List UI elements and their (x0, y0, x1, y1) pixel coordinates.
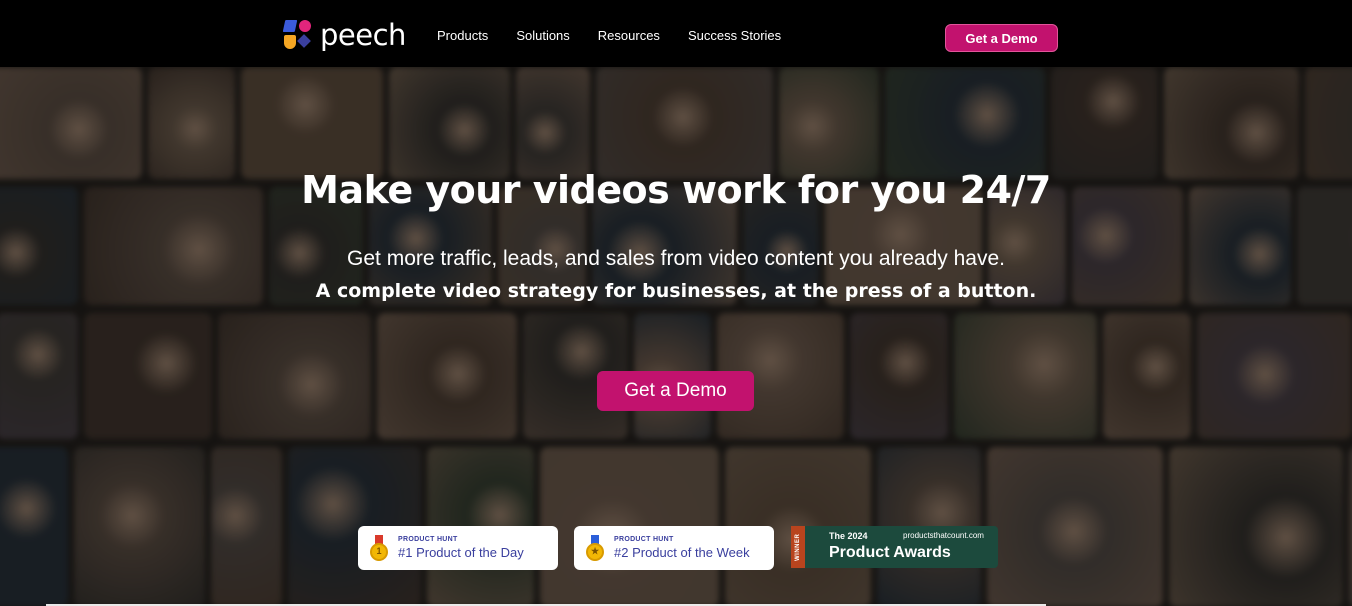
award-year: The 2024 (829, 531, 868, 541)
award-name: Product Awards (829, 544, 951, 561)
peech-logo-icon (282, 20, 314, 50)
nav-links: Products Solutions Resources Success Sto… (437, 28, 781, 43)
product-hunt-week-badge[interactable]: ★ PRODUCT HUNT #2 Product of the Week (574, 526, 774, 570)
winner-ribbon: WINNER (791, 526, 805, 568)
gold-medal-icon: 1 (370, 535, 388, 561)
hero-get-demo-button[interactable]: Get a Demo (597, 371, 754, 411)
badge-title: #2 Product of the Week (614, 545, 750, 560)
badge-kicker: PRODUCT HUNT (614, 536, 674, 543)
hero-subtitle-bold: A complete video strategy for businesses… (315, 280, 1037, 302)
top-navigation: peech Products Solutions Resources Succe… (0, 0, 1352, 67)
nav-link-solutions[interactable]: Solutions (516, 28, 569, 43)
badge-title: #1 Product of the Day (398, 545, 524, 560)
nav-link-products[interactable]: Products (437, 28, 488, 43)
badge-kicker: PRODUCT HUNT (398, 536, 458, 543)
peech-logo[interactable]: peech (282, 18, 406, 52)
nav-link-resources[interactable]: Resources (598, 28, 660, 43)
product-awards-badge[interactable]: WINNER The 2024 productsthatcount.com Pr… (791, 526, 998, 568)
product-hunt-day-badge[interactable]: 1 PRODUCT HUNT #1 Product of the Day (358, 526, 558, 570)
nav-link-success-stories[interactable]: Success Stories (688, 28, 781, 43)
hero-section: Make your videos work for you 24/7 Get m… (0, 67, 1352, 606)
hero-title: Make your videos work for you 24/7 (301, 168, 1051, 212)
star-medal-icon: ★ (586, 535, 604, 561)
award-site: productsthatcount.com (903, 531, 984, 540)
hero-subtitle: Get more traffic, leads, and sales from … (347, 247, 1005, 270)
nav-get-demo-button[interactable]: Get a Demo (945, 24, 1058, 52)
logo-text: peech (320, 18, 406, 52)
